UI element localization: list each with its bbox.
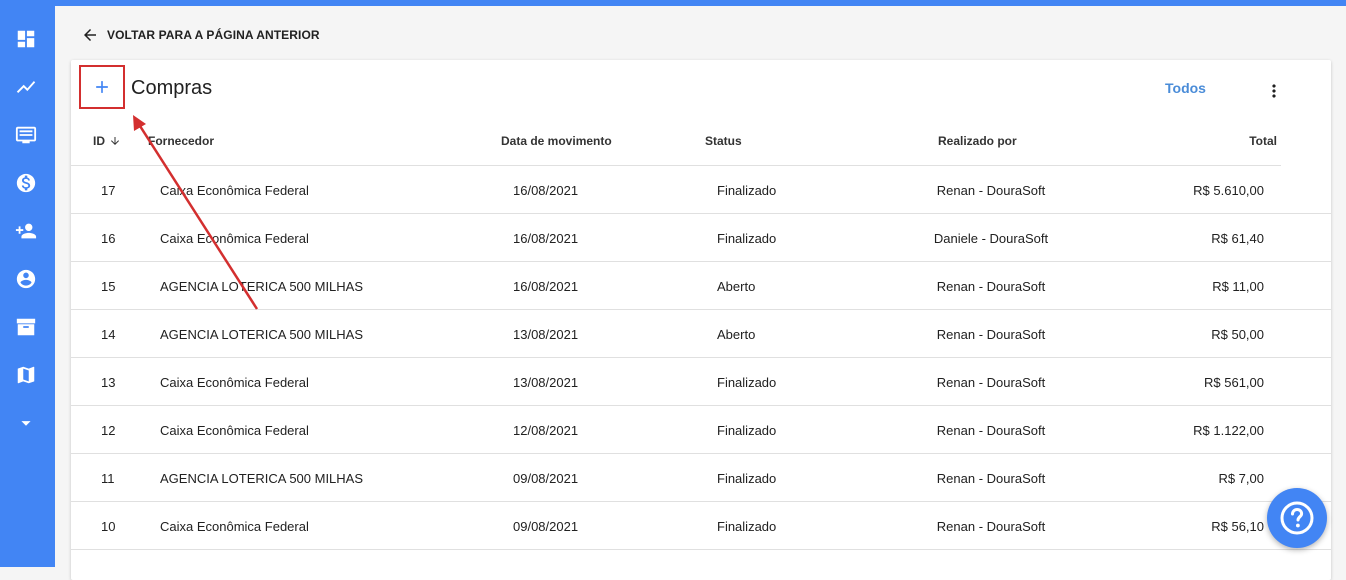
- cell-fornecedor: AGENCIA LOTERICA 500 MILHAS: [160, 327, 364, 342]
- cell-fornecedor: Caixa Econômica Federal: [160, 183, 309, 198]
- cell-id: 13: [101, 375, 116, 390]
- table-row[interactable]: 12 Caixa Econômica Federal 12/08/2021 Fi…: [71, 406, 1331, 454]
- table-row[interactable]: 10 Caixa Econômica Federal 09/08/2021 Fi…: [71, 502, 1331, 550]
- filter-todos-button[interactable]: Todos: [1165, 80, 1206, 96]
- person-add-icon[interactable]: [14, 219, 38, 243]
- cell-id: 15: [101, 279, 116, 294]
- cell-realizado: Renan - DouraSoft: [936, 471, 1046, 486]
- cell-total: R$ 7,00: [1218, 471, 1264, 486]
- cell-status: Finalizado: [717, 231, 777, 246]
- cell-fornecedor: Caixa Econômica Federal: [160, 423, 309, 438]
- table-row[interactable]: 16 Caixa Econômica Federal 16/08/2021 Fi…: [71, 214, 1331, 262]
- main-content: VOLTAR PARA A PÁGINA ANTERIOR Compras To…: [55, 6, 1346, 580]
- cell-data: 09/08/2021: [513, 471, 579, 486]
- arrow-back-icon: [84, 29, 96, 41]
- cell-data: 12/08/2021: [513, 423, 579, 438]
- cell-realizado: Daniele - DouraSoft: [933, 231, 1049, 246]
- monitor-icon[interactable]: [14, 123, 38, 147]
- cell-id: 11: [101, 471, 115, 486]
- header-fornecedor[interactable]: Fornecedor: [148, 134, 214, 148]
- table-row[interactable]: 15 AGENCIA LOTERICA 500 MILHAS 16/08/202…: [71, 262, 1331, 310]
- cell-id: 14: [101, 327, 116, 342]
- cell-total: R$ 5.610,00: [1193, 183, 1264, 198]
- cell-total: R$ 50,00: [1211, 327, 1264, 342]
- cell-data: 16/08/2021: [513, 183, 579, 198]
- compras-card: Compras Todos ID Fornecedor Data de movi…: [71, 60, 1331, 580]
- table-row[interactable]: 14 AGENCIA LOTERICA 500 MILHAS 13/08/202…: [71, 310, 1331, 358]
- more-vert-icon[interactable]: [1262, 79, 1286, 103]
- cell-data: 16/08/2021: [513, 231, 579, 246]
- cell-data: 13/08/2021: [513, 375, 579, 390]
- cell-id: 16: [101, 231, 116, 246]
- cell-data: 13/08/2021: [513, 327, 579, 342]
- cell-total: R$ 61,40: [1211, 231, 1264, 246]
- cell-total: R$ 1.122,00: [1193, 423, 1264, 438]
- page-title: Compras: [131, 77, 213, 99]
- cell-status: Finalizado: [717, 471, 777, 486]
- cell-realizado: Renan - DouraSoft: [936, 183, 1046, 198]
- cell-realizado: Renan - DouraSoft: [936, 279, 1046, 294]
- cell-id: 17: [101, 183, 116, 198]
- cell-fornecedor: Caixa Econômica Federal: [160, 231, 309, 246]
- back-link-label: VOLTAR PARA A PÁGINA ANTERIOR: [107, 28, 320, 42]
- money-icon[interactable]: [14, 171, 38, 195]
- header-id[interactable]: ID: [93, 134, 121, 148]
- dashboard-icon[interactable]: [14, 27, 38, 51]
- help-icon: [1280, 501, 1314, 535]
- cell-fornecedor: AGENCIA LOTERICA 500 MILHAS: [160, 279, 364, 294]
- header-id-label: ID: [93, 134, 105, 148]
- header-realizado[interactable]: Realizado por: [938, 134, 1017, 148]
- sidebar: [0, 0, 55, 567]
- trending-icon[interactable]: [14, 75, 38, 99]
- cell-total: R$ 11,00: [1212, 279, 1264, 294]
- cell-fornecedor: AGENCIA LOTERICA 500 MILHAS: [160, 471, 364, 486]
- cell-status: Finalizado: [717, 375, 777, 390]
- cell-status: Finalizado: [717, 183, 777, 198]
- table-row[interactable]: 13 Caixa Econômica Federal 13/08/2021 Fi…: [71, 358, 1331, 406]
- cell-status: Aberto: [717, 327, 756, 342]
- back-link[interactable]: VOLTAR PARA A PÁGINA ANTERIOR: [81, 26, 320, 44]
- table-row[interactable]: 17 Caixa Econômica Federal 16/08/2021 Fi…: [71, 166, 1331, 214]
- cell-total: R$ 561,00: [1204, 375, 1264, 390]
- cell-realizado: Renan - DouraSoft: [936, 327, 1046, 342]
- cell-status: Aberto: [717, 279, 756, 294]
- table-row[interactable]: 11 AGENCIA LOTERICA 500 MILHAS 09/08/202…: [71, 454, 1331, 502]
- cell-fornecedor: Caixa Econômica Federal: [160, 375, 309, 390]
- cell-data: 09/08/2021: [513, 519, 579, 534]
- map-icon[interactable]: [14, 363, 38, 387]
- header-data[interactable]: Data de movimento: [501, 134, 612, 148]
- header-total[interactable]: Total: [1249, 134, 1277, 148]
- cell-id: 12: [101, 423, 116, 438]
- cell-realizado: Renan - DouraSoft: [936, 423, 1046, 438]
- header-status[interactable]: Status: [705, 134, 742, 148]
- cell-fornecedor: Caixa Econômica Federal: [160, 519, 309, 534]
- cell-total: R$ 56,10: [1211, 519, 1264, 534]
- table-body: 17 Caixa Econômica Federal 16/08/2021 Fi…: [71, 166, 1331, 550]
- arrow-downward-icon: [111, 137, 119, 145]
- help-button[interactable]: [1267, 488, 1327, 548]
- cell-data: 16/08/2021: [513, 279, 579, 294]
- cell-realizado: Renan - DouraSoft: [936, 519, 1046, 534]
- cell-id: 10: [101, 519, 116, 534]
- expand-more-icon[interactable]: [14, 411, 38, 435]
- add-button[interactable]: [79, 65, 125, 109]
- plus-icon: [96, 81, 108, 93]
- cell-realizado: Renan - DouraSoft: [936, 375, 1046, 390]
- cell-status: Finalizado: [717, 423, 777, 438]
- account-icon[interactable]: [14, 267, 38, 291]
- archive-icon[interactable]: [14, 315, 38, 339]
- cell-status: Finalizado: [717, 519, 777, 534]
- table-header: ID Fornecedor Data de movimento Status R…: [71, 120, 1281, 166]
